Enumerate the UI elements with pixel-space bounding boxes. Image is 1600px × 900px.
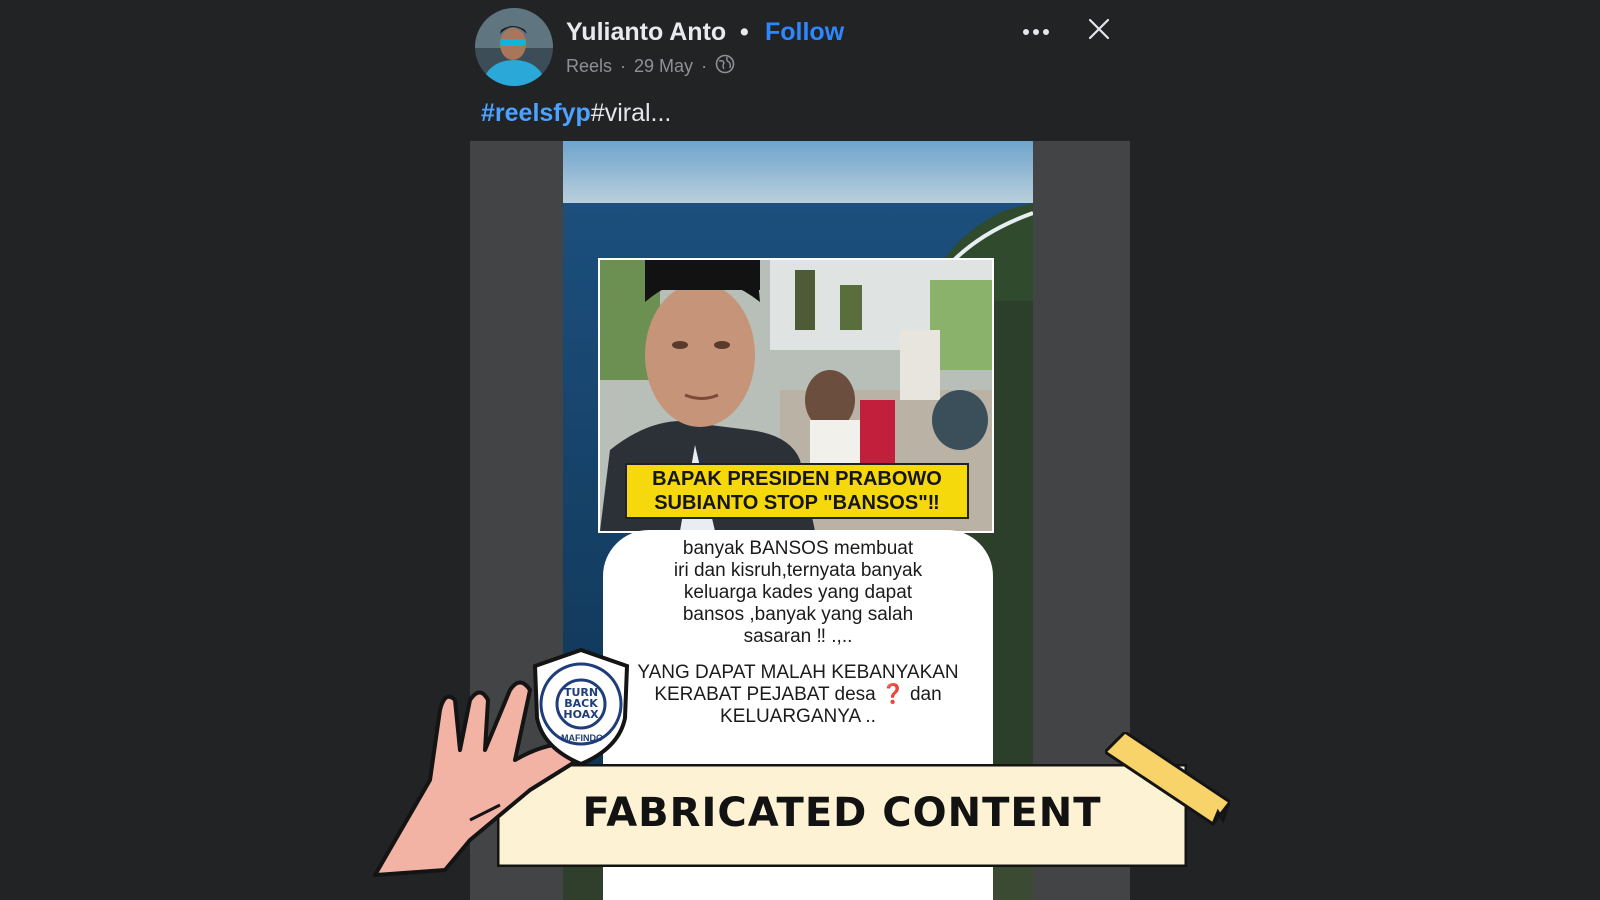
body-line: sasaran ‼ .,.. <box>743 626 853 647</box>
hashtag-link[interactable]: #reelsfyp <box>481 99 591 127</box>
meta-separator: · <box>701 56 708 76</box>
body-line: YANG DAPAT MALAH KEBANYAKAN <box>637 662 959 683</box>
more-options-icon[interactable] <box>1018 14 1054 50</box>
headline-line: SUBIANTO STOP "BANSOS"‼ <box>654 492 940 514</box>
body-line: iri dan kisruh,ternyata banyak <box>673 560 923 581</box>
body-line: keluarga kades yang dapat <box>683 582 913 603</box>
body-line: KELUARGANYA .. <box>720 706 876 727</box>
headline-line: BAPAK PRESIDEN PRABOWO <box>652 468 942 490</box>
badge-org: MAFINDO <box>561 733 603 743</box>
tape-decoration <box>1105 732 1230 827</box>
header-separator: • <box>740 18 749 46</box>
author-name[interactable]: Yulianto Anto <box>566 18 726 47</box>
meta-separator: · <box>620 56 627 76</box>
post-meta: Reels · 29 May · <box>566 54 735 79</box>
badge-text: TURN BACK HOAX <box>551 673 611 733</box>
follow-button[interactable]: Follow <box>765 18 844 47</box>
body-line: KERABAT PEJABAT desa ❓ dan <box>654 684 942 705</box>
globe-icon <box>715 54 735 79</box>
body-text: banyak BANSOS membuat iri dan kisruh,ter… <box>603 538 993 648</box>
headline-banner: BAPAK PRESIDEN PRABOWO SUBIANTO STOP "BA… <box>625 463 969 519</box>
caption-text: #viral... <box>590 99 672 127</box>
close-icon[interactable] <box>1084 14 1114 44</box>
avatar[interactable] <box>475 8 553 86</box>
body-line: banyak BANSOS membuat <box>682 538 914 559</box>
badge-line: HOAX <box>563 708 599 721</box>
post-type[interactable]: Reels <box>566 56 612 77</box>
post-caption: #reelsfyp#viral... <box>481 99 671 128</box>
body-text-secondary: YANG DAPAT MALAH KEBANYAKAN KERABAT PEJA… <box>583 662 1013 728</box>
post-date[interactable]: 29 May <box>634 56 693 77</box>
body-line: bansos ,banyak yang salah <box>682 604 914 625</box>
